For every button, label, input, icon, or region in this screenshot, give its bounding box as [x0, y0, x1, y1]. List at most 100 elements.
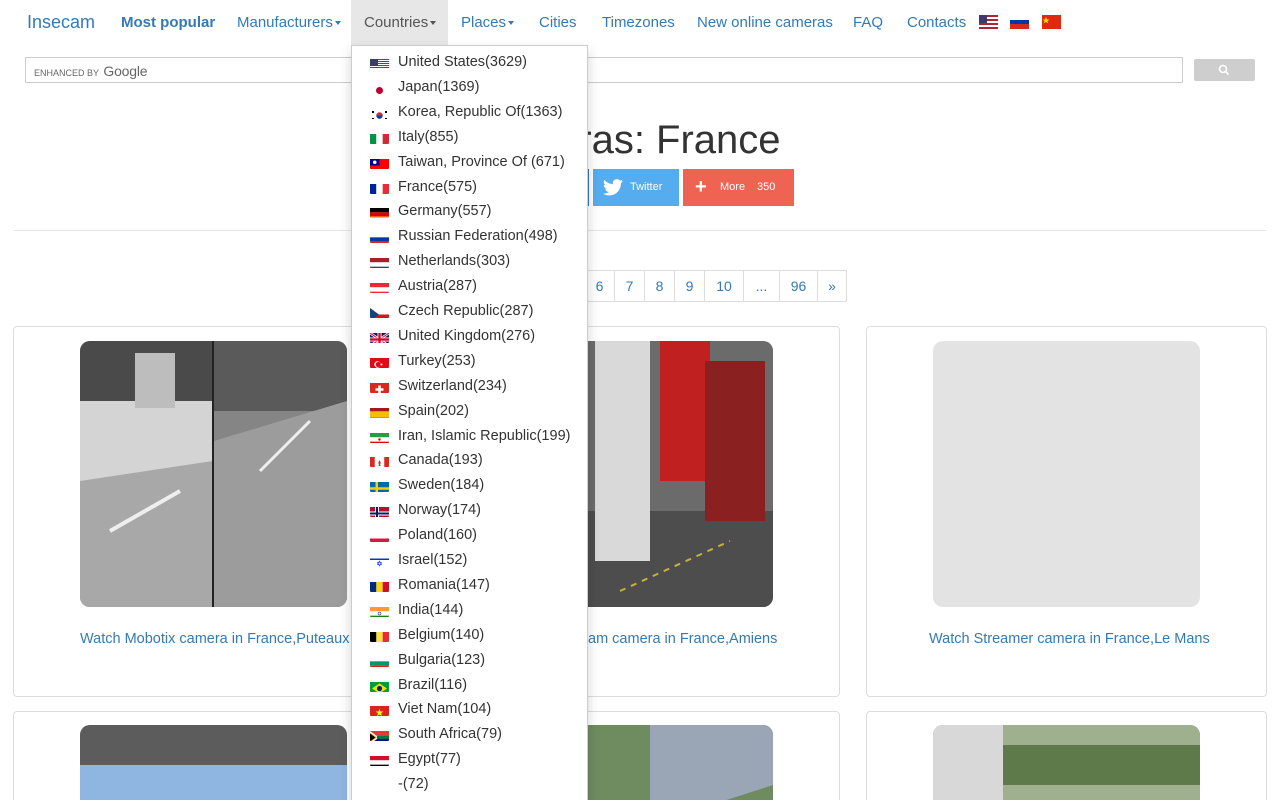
country-flag-icon [370, 554, 389, 567]
country-menu-item[interactable]: Japan(1369) [352, 75, 587, 100]
nav-manufacturers-label: Manufacturers [237, 14, 333, 31]
next-page-link[interactable]: » [817, 270, 847, 302]
country-menu-item[interactable]: Norway(174) [352, 498, 587, 523]
camera-thumbnail[interactable] [80, 725, 347, 800]
share-more-button[interactable]: + More 350 [683, 169, 794, 206]
nav-places[interactable]: Places [461, 0, 515, 45]
country-flag-icon [370, 504, 389, 518]
country-menu-item[interactable]: -(72) [352, 772, 587, 797]
share-twitter-button[interactable]: Twitter [593, 169, 679, 206]
country-menu-item[interactable]: Israel(152) [352, 548, 587, 573]
country-label: Austria(287) [398, 278, 477, 295]
country-flag-icon [370, 679, 389, 692]
camera-link[interactable]: Watch Streamer camera in France,Le Mans [929, 631, 1210, 647]
country-menu-item[interactable]: Poland(160) [352, 523, 587, 548]
country-label: France(575) [398, 178, 477, 195]
country-menu-item[interactable]: Taiwan, Province Of (671) [352, 150, 587, 175]
nav-manufacturers[interactable]: Manufacturers [237, 0, 341, 45]
country-flag-icon [370, 56, 389, 69]
camera-link[interactable]: Watch Mobotix camera in France,Puteaux [80, 631, 349, 647]
country-label: Egypt(77) [398, 751, 461, 768]
country-menu-item[interactable]: Czech Republic(287) [352, 299, 587, 324]
nav-faq[interactable]: FAQ [853, 0, 883, 45]
country-menu-item[interactable]: Brazil(116) [352, 673, 587, 698]
share-count: 350 [757, 181, 776, 193]
country-menu-item[interactable]: Bulgaria(123) [352, 648, 587, 673]
nav-new-online-cameras[interactable]: New online cameras [697, 0, 833, 45]
cn-flag-icon[interactable] [1042, 15, 1061, 29]
country-menu-item[interactable]: India(144) [352, 598, 587, 623]
country-label: Belgium(140) [398, 626, 485, 643]
country-menu-item[interactable]: United States(3629) [352, 50, 587, 75]
camera-link[interactable]: am camera in France,Amiens [588, 631, 777, 647]
camera-thumbnail[interactable] [80, 341, 347, 607]
country-menu-item[interactable]: Russian Federation(498) [352, 224, 587, 249]
page-link[interactable]: 10 [704, 270, 744, 302]
page-link[interactable]: 8 [644, 270, 675, 302]
country-menu-item[interactable]: United Kingdom(276) [352, 324, 587, 349]
country-label: Bulgaria(123) [398, 651, 486, 668]
camera-thumbnail-placeholder[interactable] [933, 341, 1200, 607]
country-menu-item[interactable]: Sweden(184) [352, 473, 587, 498]
country-label: India(144) [398, 601, 464, 618]
country-menu-item[interactable]: Romania(147) [352, 573, 587, 598]
country-menu-item[interactable]: Switzerland(234) [352, 374, 587, 399]
country-flag-icon [370, 629, 389, 642]
country-flag-icon [370, 305, 389, 318]
country-flag-icon [370, 355, 389, 368]
country-menu-item[interactable]: Netherlands(303) [352, 249, 587, 274]
country-label: United States(3629) [398, 54, 527, 70]
country-flag-icon [370, 778, 389, 791]
page-link[interactable]: 6 [584, 270, 615, 302]
country-menu-item[interactable]: Italy(855) [352, 125, 587, 150]
nav-cities[interactable]: Cities [539, 0, 577, 45]
share-more-label: More [720, 181, 746, 193]
country-menu-item[interactable]: Germany(557) [352, 199, 587, 224]
country-label: Netherlands(303) [398, 253, 511, 270]
nav-most-popular[interactable]: Most popular [121, 0, 215, 45]
country-flag-icon [370, 81, 389, 94]
divider [14, 230, 1266, 231]
country-label: -(72) [398, 776, 429, 793]
country-menu-item[interactable]: Canada(193) [352, 448, 587, 473]
country-label: Turkey(253) [398, 352, 476, 369]
country-menu-item[interactable]: Egypt(77) [352, 747, 587, 772]
country-menu-item[interactable]: Belgium(140) [352, 623, 587, 648]
country-menu-item[interactable]: Spain(202) [352, 399, 587, 424]
nav-countries-label: Countries [364, 14, 429, 31]
camera-thumbnail[interactable] [933, 725, 1200, 800]
search-input[interactable]: ENHANCED BY Google [25, 57, 1183, 83]
us-flag-icon[interactable] [979, 15, 998, 29]
country-menu-item[interactable]: Iran, Islamic Republic(199) [352, 424, 587, 449]
country-menu-item[interactable]: Turkey(253) [352, 349, 587, 374]
country-menu-item[interactable]: Korea, Republic Of(1363) [352, 100, 587, 125]
country-flag-icon [370, 205, 389, 219]
country-label: Romania(147) [398, 576, 490, 593]
countries-dropdown-menu: United States(3629) Japan(1369) Korea, Rep… [351, 45, 588, 800]
nav-contacts[interactable]: Contacts [907, 0, 966, 45]
nav-countries[interactable]: Countries [351, 0, 448, 45]
country-menu-item[interactable]: Viet Nam(104) [352, 697, 587, 722]
nav-timezones[interactable]: Timezones [602, 0, 675, 45]
search-button[interactable] [1194, 59, 1255, 81]
caret-down-icon [508, 21, 515, 26]
country-flag-icon [370, 430, 389, 443]
page-link[interactable]: 7 [614, 270, 645, 302]
enhanced-by-label: ENHANCED BY [34, 68, 99, 78]
country-flag-icon [370, 728, 389, 742]
country-flag-icon [370, 604, 389, 617]
page-link[interactable]: 96 [779, 270, 818, 302]
share-twitter-label: Twitter [630, 181, 663, 193]
ru-flag-icon[interactable] [1010, 15, 1029, 29]
navbar: Insecam Most popular Manufacturers Count… [0, 0, 1280, 45]
brand-logo[interactable]: Insecam [27, 12, 95, 33]
country-menu-item[interactable]: Austria(287) [352, 274, 587, 299]
country-menu-item[interactable]: France(575) [352, 175, 587, 200]
google-logo: Google [103, 63, 148, 79]
country-label: Korea, Republic Of(1363) [398, 103, 563, 120]
camera-image [80, 725, 347, 800]
page-link[interactable]: 9 [674, 270, 705, 302]
country-menu-item[interactable]: South Africa(79) [352, 722, 587, 747]
country-label: Brazil(116) [398, 676, 468, 693]
search-icon [1218, 64, 1230, 76]
